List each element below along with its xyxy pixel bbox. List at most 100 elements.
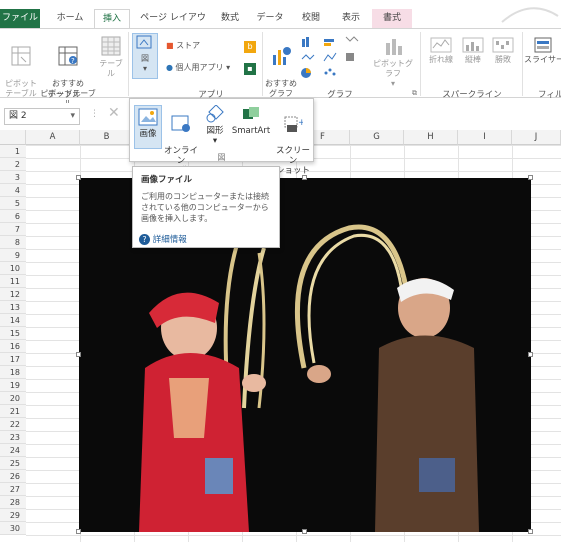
svg-text:?: ? <box>71 57 75 65</box>
chevron-down-icon[interactable]: ▾ <box>70 109 75 124</box>
column-header[interactable]: I <box>458 130 512 145</box>
resize-handle[interactable] <box>528 352 533 357</box>
tab-data[interactable]: データ <box>252 9 288 28</box>
cancel-icon[interactable]: ✕ <box>108 105 120 121</box>
my-apps-button[interactable]: ● 個人用アプリ ▾ <box>166 63 246 73</box>
sparkline-column-label: 縦棒 <box>465 55 481 64</box>
recommended-pivot-icon: ? <box>58 46 78 66</box>
row-header[interactable]: 7 <box>0 223 26 236</box>
row-header[interactable]: 16 <box>0 340 26 353</box>
row-header[interactable]: 6 <box>0 210 26 223</box>
pivot-chart-label: ピボットグラフ <box>373 59 413 78</box>
picture-button[interactable]: 画像 <box>134 105 162 149</box>
resize-handle[interactable] <box>528 529 533 534</box>
shapes-button[interactable]: 図形 ▾ <box>200 104 230 146</box>
slicer-label: スライサー <box>524 55 561 64</box>
row-header[interactable]: 26 <box>0 470 26 483</box>
tab-review[interactable]: 校閲 <box>294 9 328 28</box>
row-header[interactable]: 27 <box>0 483 26 496</box>
separator <box>128 32 129 96</box>
row-header[interactable]: 30 <box>0 522 26 535</box>
row-header[interactable]: 1 <box>0 145 26 158</box>
table-label: テーブル <box>99 59 123 78</box>
tab-view[interactable]: 表示 <box>334 9 368 28</box>
column-header[interactable]: G <box>350 130 404 145</box>
row-header[interactable]: 12 <box>0 288 26 301</box>
store-button[interactable]: ■ ストア <box>166 41 226 51</box>
row-header[interactable]: 13 <box>0 301 26 314</box>
online-pictures-icon <box>171 115 190 132</box>
tab-insert[interactable]: 挿入 <box>94 9 130 28</box>
row-header[interactable]: 17 <box>0 353 26 366</box>
row-header[interactable]: 21 <box>0 405 26 418</box>
smartart-button[interactable]: SmartArt <box>230 105 272 136</box>
column-header[interactable]: B <box>80 130 134 145</box>
row-header[interactable]: 24 <box>0 444 26 457</box>
row-header[interactable]: 11 <box>0 275 26 288</box>
sparkline-line-label: 折れ線 <box>429 55 453 64</box>
learn-more-link[interactable]: ? 詳細情報 <box>139 233 187 245</box>
row-header[interactable]: 8 <box>0 236 26 249</box>
row-header[interactable]: 14 <box>0 314 26 327</box>
chevron-down-icon: ▾ <box>142 64 147 73</box>
illustrations-dropdown: 画像 オンライン 画像 図形▾ SmartArt + スクリーン ショット 図 <box>129 98 314 176</box>
row-header[interactable]: 18 <box>0 366 26 379</box>
sparkline-winloss-button[interactable]: 勝敗 <box>488 37 518 65</box>
sparkline-winloss-label: 勝敗 <box>495 55 511 64</box>
column-header[interactable]: J <box>512 130 561 145</box>
resize-handle[interactable] <box>302 529 307 534</box>
resize-handle[interactable] <box>528 175 533 180</box>
picture-label: 画像 <box>139 129 157 139</box>
slicer-button[interactable]: スライサー <box>524 37 561 65</box>
resize-handle[interactable] <box>76 175 81 180</box>
decorative-swoosh-icon <box>501 7 559 23</box>
sparkline-column-button[interactable]: 縦棒 <box>458 37 488 65</box>
name-box[interactable]: 図 2 ▾ <box>4 108 80 125</box>
row-header[interactable]: 23 <box>0 431 26 444</box>
table-button[interactable]: テーブル <box>96 35 126 79</box>
shapes-label: 図形 <box>206 126 224 136</box>
my-apps-icon: ● <box>166 63 173 72</box>
pivot-chart-button[interactable]: ピボットグラフ ▾ <box>370 35 416 89</box>
row-header[interactable]: 2 <box>0 158 26 171</box>
smartart-label: SmartArt <box>231 126 271 136</box>
separator <box>262 32 263 96</box>
help-icon: ? <box>139 234 150 245</box>
table-icon <box>101 36 121 56</box>
power-view-icon[interactable]: ▪ <box>244 63 256 75</box>
resize-handle[interactable] <box>76 529 81 534</box>
row-header[interactable]: 3 <box>0 171 26 184</box>
more-icon: ⋮ <box>90 109 99 119</box>
bing-maps-icon[interactable]: b <box>244 41 256 53</box>
chart-type-icons[interactable] <box>300 35 366 79</box>
tab-formulas[interactable]: 数式 <box>214 9 246 28</box>
row-header[interactable]: 4 <box>0 184 26 197</box>
row-header[interactable]: 20 <box>0 392 26 405</box>
tab-home[interactable]: ホーム <box>50 9 90 28</box>
illustrations-button[interactable]: 図 ▾ <box>132 33 158 79</box>
row-header[interactable]: 22 <box>0 418 26 431</box>
resize-handle[interactable] <box>76 352 81 357</box>
row-header[interactable]: 28 <box>0 496 26 509</box>
row-header[interactable]: 25 <box>0 457 26 470</box>
column-header[interactable]: A <box>26 130 80 145</box>
tooltip-title: 画像ファイル <box>141 175 193 185</box>
my-apps-label: 個人用アプリ <box>175 63 224 72</box>
sparkline-column-icon <box>462 37 484 53</box>
tab-page-layout[interactable]: ページ レイアウト <box>136 9 210 42</box>
tab-file[interactable]: ファイル <box>0 9 40 28</box>
screenshot-icon: + <box>284 116 306 132</box>
illustrations-label: 図 <box>141 54 149 63</box>
column-header[interactable]: H <box>404 130 458 145</box>
row-header[interactable]: 29 <box>0 509 26 522</box>
row-header[interactable]: 19 <box>0 379 26 392</box>
row-header[interactable]: 9 <box>0 249 26 262</box>
select-all-corner[interactable] <box>0 130 26 145</box>
row-header[interactable]: 5 <box>0 197 26 210</box>
row-header[interactable]: 10 <box>0 262 26 275</box>
sparkline-line-icon <box>430 37 452 53</box>
row-header[interactable]: 15 <box>0 327 26 340</box>
dialog-launcher-icon[interactable]: ⧉ <box>412 89 417 98</box>
sparkline-line-button[interactable]: 折れ線 <box>424 37 458 65</box>
tab-format[interactable]: 書式 <box>372 9 412 28</box>
